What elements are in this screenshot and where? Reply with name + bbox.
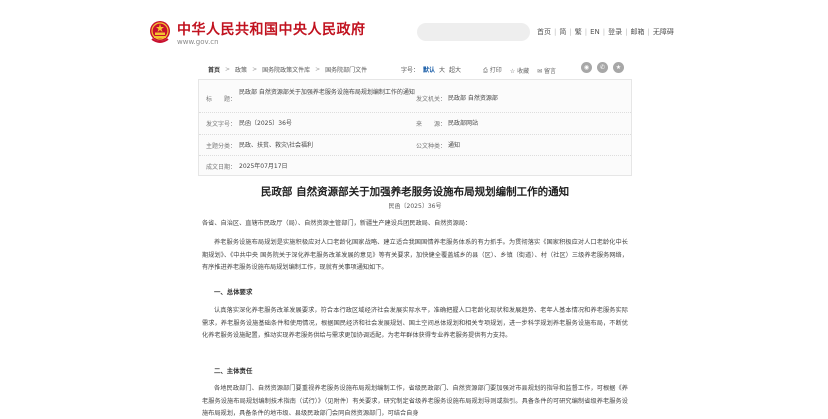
print-icon: ⎙	[483, 67, 488, 74]
print-button[interactable]: ⎙ 打印	[483, 65, 502, 75]
docno-value: 民函〔2025〕36号	[239, 120, 292, 127]
nav-traditional[interactable]: 繁	[575, 27, 582, 37]
breadcrumb-department-docs[interactable]: 国务院部门文件	[325, 65, 367, 74]
share-buttons: ◉ ✆ ★	[581, 62, 629, 73]
section-heading-2: 二、主体责任	[214, 367, 253, 375]
comment-button[interactable]: ✉ 留言	[537, 66, 556, 75]
favorite-label: 收藏	[517, 67, 530, 75]
comment-icon: ✉	[537, 67, 543, 75]
section-heading-1: 一、总体要求	[214, 288, 253, 296]
article-doc-number: 民函〔2025〕36号	[388, 203, 442, 210]
source-value: 民政部网站	[448, 120, 479, 127]
nav-login[interactable]: 登录	[608, 27, 622, 37]
article-para-1: 认真落实深化养老服务改革发展要求，符合本行政区域经济社会发展实际水平，准确把握人…	[202, 307, 628, 339]
breadcrumb-arrow-icon: >	[315, 66, 321, 73]
top-nav: 首页 | 简 | 繁 | EN | 登录 | 邮箱 | 无障碍	[537, 27, 674, 37]
font-size-label: 字号：	[401, 67, 420, 74]
comment-label: 留言	[544, 67, 557, 75]
share-wechat-icon[interactable]: ✆	[597, 62, 608, 73]
breadcrumb: 首页 > 政策 > 国务院政策文件库 > 国务院部门文件	[208, 65, 367, 74]
issuer-label: 发文机关：	[416, 96, 447, 103]
topic-value: 民政、扶贫、救灾\社会福利	[239, 142, 314, 149]
nav-separator: |	[647, 28, 650, 36]
article-title: 民政部 自然资源部关于加强养老服务设施布局规划编制工作的通知	[260, 186, 570, 198]
breadcrumb-arrow-icon: >	[252, 66, 258, 73]
info-row-date: 成文日期： 2025年07月17日	[199, 156, 631, 176]
nav-separator: |	[554, 28, 557, 36]
topic-label: 主题分类：	[206, 143, 237, 150]
date-label: 成文日期：	[206, 164, 237, 171]
nav-separator: |	[584, 28, 588, 36]
nav-separator: |	[625, 28, 628, 36]
nav-separator: |	[602, 28, 606, 36]
article-intro: 养老服务设施布局规划是实施积极应对人口老龄化国家战略、建立适合我国国情养老服务体…	[202, 239, 628, 271]
title-label: 标 题：	[206, 96, 237, 103]
font-size-xlarge[interactable]: 超大	[449, 67, 461, 74]
source-label: 来 源：	[416, 121, 447, 128]
site-header: 中华人民共和国中央人民政府 www.gov.cn 首页 | 简 | 繁 | EN…	[0, 0, 828, 52]
info-row-topic: 主题分类： 民政、扶贫、救灾\社会福利 公文种类： 通知	[199, 135, 631, 156]
nav-english[interactable]: EN	[590, 28, 600, 36]
breadcrumb-policy-library[interactable]: 国务院政策文件库	[262, 65, 310, 74]
info-row-docno: 发文字号： 民函〔2025〕36号 来 源： 民政部网站	[199, 113, 631, 135]
font-size-default[interactable]: 默认	[423, 67, 435, 74]
favorite-button[interactable]: ☆ 收藏	[510, 66, 529, 75]
article-para-2: 各地民政部门、自然资源部门要重视养老服务设施布局规划编制工作，省级民政部门、自然…	[202, 385, 628, 417]
title-value: 民政部 自然资源部关于加强养老服务设施布局规划编制工作的通知	[239, 89, 415, 96]
issuer-value: 民政部 自然资源部	[448, 95, 498, 102]
font-size-large[interactable]: 大	[439, 67, 445, 74]
docno-label: 发文字号：	[206, 121, 237, 128]
nav-simplified[interactable]: 简	[559, 27, 566, 37]
share-qzone-icon[interactable]: ★	[613, 62, 624, 73]
breadcrumb-arrow-icon: >	[225, 66, 231, 73]
article-salutation: 各省、自治区、直辖市民政厅（局）、自然资源主管部门，新疆生产建设兵团民政局、自然…	[202, 220, 472, 227]
search-input[interactable]	[417, 23, 530, 41]
breadcrumb-home[interactable]: 首页	[208, 65, 220, 74]
nav-accessibility[interactable]: 无障碍	[653, 27, 674, 37]
site-title[interactable]: 中华人民共和国中央人民政府	[177, 19, 366, 39]
font-size-switcher: 字号： 默认大超大	[401, 65, 461, 74]
article-actions: ⎙ 打印 ☆ 收藏 ✉ 留言	[483, 65, 564, 75]
share-weibo-icon[interactable]: ◉	[581, 62, 592, 73]
print-label: 打印	[489, 67, 502, 74]
type-label: 公文种类：	[416, 143, 447, 150]
nav-home[interactable]: 首页	[537, 27, 551, 37]
breadcrumb-policy[interactable]: 政策	[235, 65, 247, 74]
type-value: 通知	[448, 142, 461, 149]
date-value: 2025年07月17日	[239, 163, 288, 170]
site-url: www.gov.cn	[177, 38, 219, 46]
document-info-table: 标 题： 民政部 自然资源部关于加强养老服务设施布局规划编制工作的通知 发文机关…	[198, 79, 632, 176]
national-emblem-icon[interactable]	[149, 20, 171, 44]
info-row-title: 标 题： 民政部 自然资源部关于加强养老服务设施布局规划编制工作的通知 发文机关…	[199, 80, 631, 113]
nav-separator: |	[569, 28, 572, 36]
article-toolbar: 首页 > 政策 > 国务院政策文件库 > 国务院部门文件 字号： 默认大超大 ⎙ …	[198, 58, 632, 80]
star-icon: ☆	[509, 67, 516, 75]
nav-mail[interactable]: 邮箱	[630, 27, 644, 37]
